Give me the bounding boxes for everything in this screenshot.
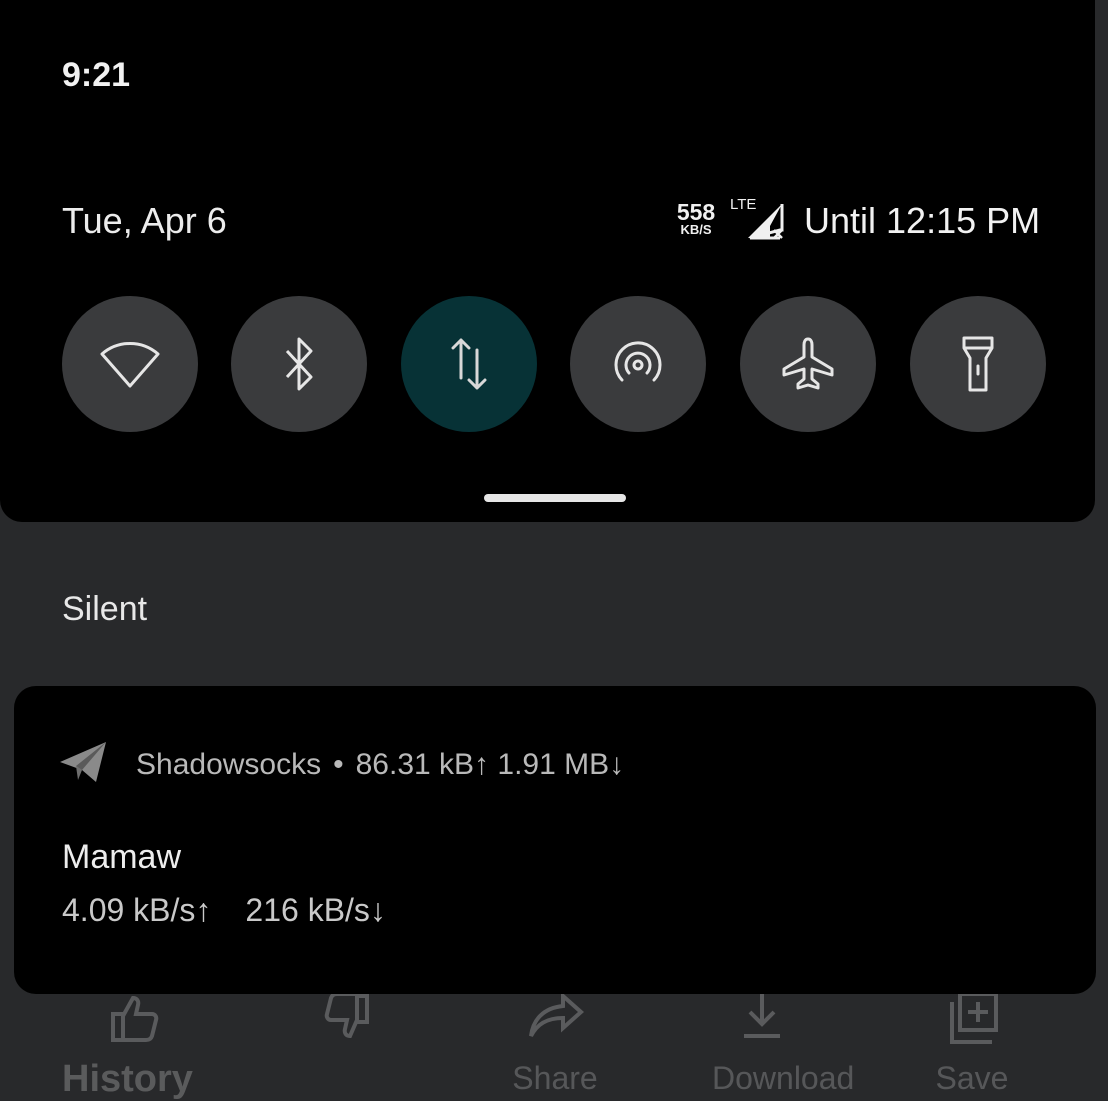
thumbs-down-action bbox=[295, 990, 395, 1080]
airplane-icon bbox=[782, 337, 834, 390]
flashlight-icon bbox=[962, 336, 994, 392]
thumbs-up-icon bbox=[111, 995, 159, 1042]
notification-card[interactable]: Shadowsocks • 86.31 kB↑ 1.91 MB↓ Mamaw 4.0… bbox=[14, 686, 1096, 994]
bluetooth-icon bbox=[285, 337, 313, 391]
hotspot-icon bbox=[614, 341, 662, 382]
expand-handle[interactable] bbox=[484, 494, 626, 502]
tile-mobile-data[interactable] bbox=[401, 296, 537, 432]
save-icon bbox=[950, 992, 998, 1044]
mobile-data-icon bbox=[451, 338, 487, 390]
share-action: Share bbox=[505, 990, 605, 1096]
share-icon bbox=[529, 991, 585, 1037]
notification-app-name: Shadowsocks bbox=[136, 748, 322, 781]
notification-title: Mamaw bbox=[62, 838, 182, 876]
network-speed: 558 KB/S bbox=[672, 201, 720, 237]
date-label[interactable]: Tue, Apr 6 bbox=[62, 200, 227, 242]
download-rate: 216 kB/s↓ bbox=[245, 892, 386, 928]
share-label: Share bbox=[512, 1060, 598, 1096]
do-not-disturb-until[interactable]: Until 12:15 PM bbox=[804, 200, 1040, 242]
tile-wifi[interactable] bbox=[62, 296, 198, 432]
save-action: Save bbox=[922, 990, 1022, 1096]
notification-summary: 86.31 kB↑ 1.91 MB↓ bbox=[355, 748, 625, 781]
thumbs-down-icon bbox=[324, 992, 369, 1039]
section-title-silent: Silent bbox=[62, 590, 148, 628]
network-speed-unit: KB/S bbox=[680, 222, 712, 237]
upload-rate: 4.09 kB/s↑ bbox=[62, 892, 212, 928]
download-icon bbox=[744, 994, 780, 1038]
notification-body: 4.09 kB/s↑ 216 kB/s↓ bbox=[62, 892, 386, 929]
network-speed-value: 558 bbox=[676, 199, 716, 225]
tile-airplane-mode[interactable] bbox=[740, 296, 876, 432]
tile-hotspot[interactable] bbox=[570, 296, 706, 432]
download-label: Download bbox=[712, 1060, 855, 1096]
quick-settings-tiles bbox=[62, 296, 1046, 432]
wifi-icon bbox=[100, 342, 160, 388]
cell-signal-no-service-icon bbox=[748, 204, 784, 240]
paper-plane-icon bbox=[60, 742, 106, 782]
tile-bluetooth[interactable] bbox=[231, 296, 367, 432]
quick-settings-panel: 9:21 Tue, Apr 6 558 KB/S LTE Until 12:15… bbox=[0, 0, 1095, 522]
save-label: Save bbox=[935, 1060, 1009, 1096]
status-bar-time: 9:21 bbox=[62, 56, 131, 94]
notification-separator: • bbox=[333, 748, 344, 781]
tile-flashlight[interactable] bbox=[910, 296, 1046, 432]
notification-header: Shadowsocks • 86.31 kB↑ 1.91 MB↓ bbox=[136, 748, 624, 782]
download-action: Download bbox=[712, 990, 854, 1096]
